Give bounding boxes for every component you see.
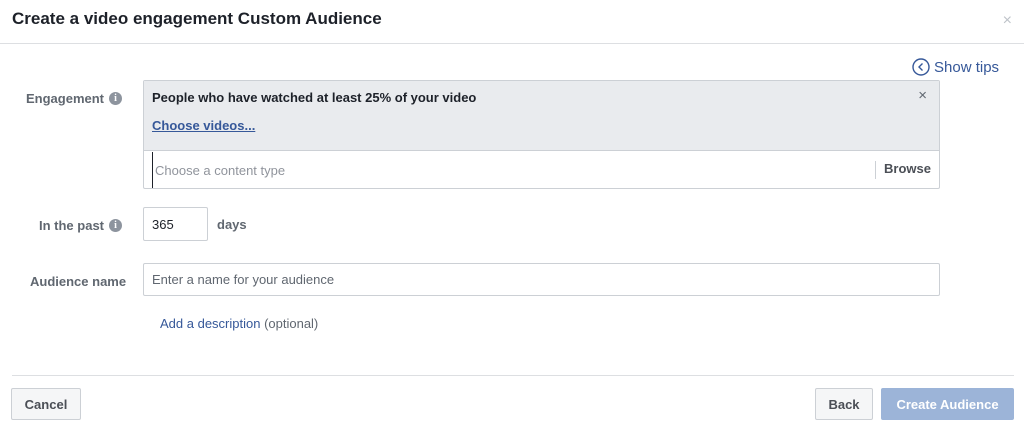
back-button[interactable]: Back [815,388,873,420]
engagement-selector: People who have watched at least 25% of … [143,80,940,189]
choose-videos-link[interactable]: Choose videos... [152,118,255,133]
selected-engagement-title: People who have watched at least 25% of … [152,90,477,105]
footer-divider [12,375,1014,376]
selected-engagement-option: People who have watched at least 25% of … [144,81,939,151]
dialog-header: Create a video engagement Custom Audienc… [0,0,1024,44]
past-info-icon[interactable]: i [109,219,123,232]
audience-name-input[interactable] [143,263,940,296]
browse-divider [875,161,876,179]
cancel-button[interactable]: Cancel [11,388,81,420]
show-tips-link[interactable]: Show tips [912,58,999,76]
optional-label: (optional) [260,316,319,331]
past-label-group: In the past i [39,218,123,233]
dialog-title: Create a video engagement Custom Audienc… [12,9,382,28]
content-type-input[interactable] [152,152,872,188]
chevron-left-circle-icon [912,58,930,76]
create-audience-button[interactable]: Create Audience [881,388,1014,420]
add-description-link[interactable]: Add a description [160,316,260,331]
past-label: In the past [39,218,105,233]
days-input[interactable] [143,207,208,241]
browse-button[interactable]: Browse [884,161,931,176]
add-description: Add a description (optional) [160,316,318,331]
days-unit-label: days [217,217,247,232]
show-tips-label: Show tips [934,58,1000,76]
engagement-info-icon[interactable]: i [109,92,123,105]
close-icon[interactable]: × [1003,12,1012,30]
remove-engagement-icon[interactable]: × [918,87,927,104]
engagement-label-group: Engagement i [26,91,123,106]
audience-name-label: Audience name [30,274,127,289]
custom-audience-dialog: Create a video engagement Custom Audienc… [0,0,1024,430]
engagement-label: Engagement [26,91,105,106]
